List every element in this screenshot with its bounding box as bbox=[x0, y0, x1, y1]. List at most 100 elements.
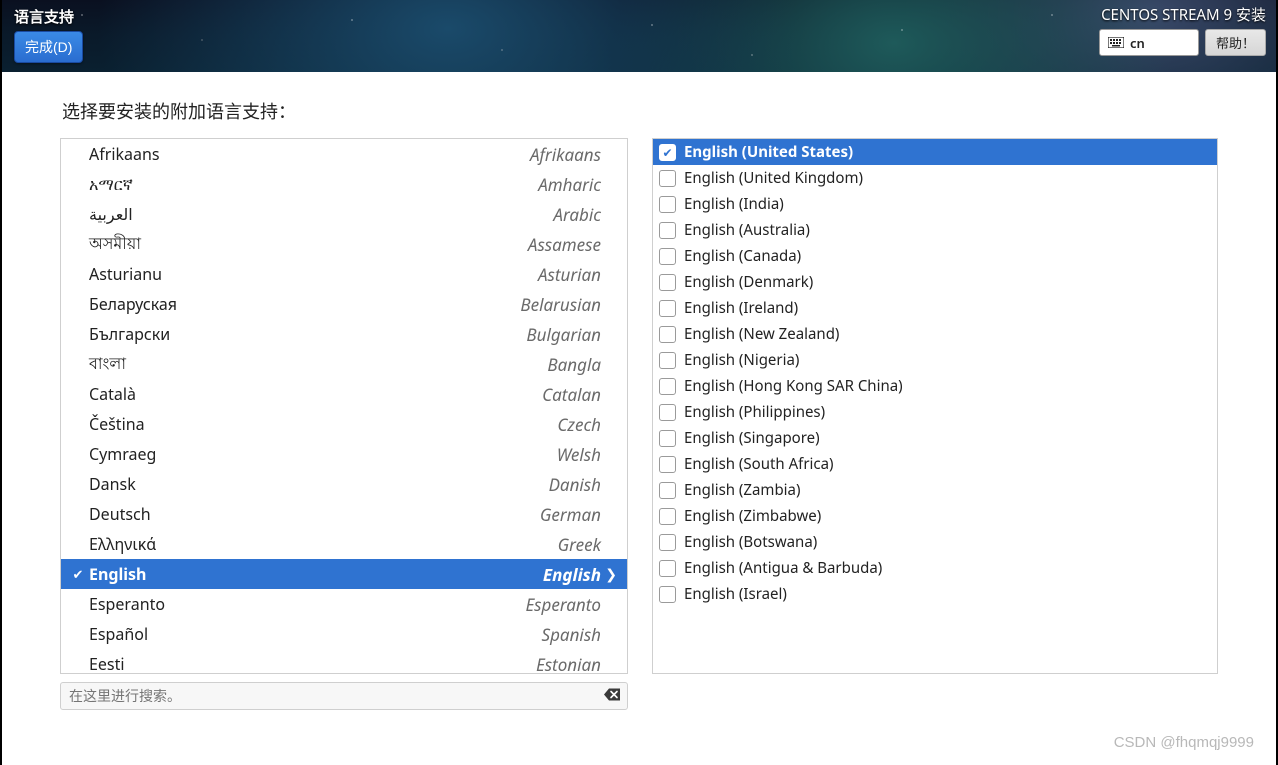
language-row[interactable]: অসমীয়াAssamese bbox=[61, 229, 627, 259]
locale-row[interactable]: English (Antigua & Barbuda) bbox=[653, 555, 1217, 581]
help-button[interactable]: 帮助！ bbox=[1205, 29, 1266, 56]
chevron-right-icon: ❯ bbox=[601, 565, 617, 584]
locale-label: English (Ireland) bbox=[684, 298, 798, 318]
language-english-label: Afrikaans bbox=[160, 143, 601, 166]
language-english-label: Belarusian bbox=[177, 293, 601, 316]
locale-row[interactable]: English (New Zealand) bbox=[653, 321, 1217, 347]
locale-checkbox[interactable] bbox=[659, 560, 676, 577]
locale-checkbox[interactable] bbox=[659, 482, 676, 499]
language-native-label: Dansk bbox=[89, 473, 136, 495]
keyboard-layout-label: cn bbox=[1130, 34, 1145, 52]
language-row[interactable]: DanskDanish bbox=[61, 469, 627, 499]
language-list[interactable]: AfrikaansAfrikaansአማርኛAmharicالعربيةArab… bbox=[60, 138, 628, 674]
language-row[interactable]: አማርኛAmharic bbox=[61, 169, 627, 199]
locale-label: English (Israel) bbox=[684, 584, 787, 604]
language-english-label: Danish bbox=[136, 473, 601, 496]
locale-checkbox[interactable] bbox=[659, 508, 676, 525]
locale-checkbox[interactable] bbox=[659, 352, 676, 369]
locale-checkbox[interactable] bbox=[659, 300, 676, 317]
language-row[interactable]: EestiEstonian bbox=[61, 649, 627, 674]
language-native-label: Ελληνικά bbox=[89, 533, 156, 555]
language-english-label: Arabic bbox=[133, 203, 601, 226]
language-native-label: العربية bbox=[89, 203, 133, 225]
locale-row[interactable]: English (Singapore) bbox=[653, 425, 1217, 451]
language-row[interactable]: ✔EnglishEnglish❯ bbox=[61, 559, 627, 589]
locale-row[interactable]: English (Israel) bbox=[653, 581, 1217, 607]
language-row[interactable]: AfrikaansAfrikaans bbox=[61, 139, 627, 169]
locale-checkbox[interactable] bbox=[659, 456, 676, 473]
language-row[interactable]: বাংলাBangla bbox=[61, 349, 627, 379]
page-title: 语言支持 bbox=[14, 6, 83, 27]
locale-row[interactable]: English (Ireland) bbox=[653, 295, 1217, 321]
language-row[interactable]: CymraegWelsh bbox=[61, 439, 627, 469]
locale-checkbox[interactable] bbox=[659, 586, 676, 603]
locale-row[interactable]: English (Botswana) bbox=[653, 529, 1217, 555]
locale-row[interactable]: English (Zambia) bbox=[653, 477, 1217, 503]
language-english-label: Czech bbox=[145, 413, 601, 436]
locale-list[interactable]: ✔English (United States)English (United … bbox=[652, 138, 1218, 674]
language-row[interactable]: AsturianuAsturian bbox=[61, 259, 627, 289]
check-icon: ✔ bbox=[69, 565, 87, 583]
locale-row[interactable]: English (Canada) bbox=[653, 243, 1217, 269]
locale-checkbox[interactable] bbox=[659, 248, 676, 265]
keyboard-layout-indicator[interactable]: cn bbox=[1099, 29, 1199, 56]
locale-row[interactable]: English (Philippines) bbox=[653, 399, 1217, 425]
locale-label: English (Canada) bbox=[684, 246, 801, 266]
language-english-label: German bbox=[151, 503, 601, 526]
language-native-label: Afrikaans bbox=[89, 143, 160, 165]
locale-checkbox[interactable] bbox=[659, 430, 676, 447]
language-native-label: Български bbox=[89, 323, 170, 345]
language-row[interactable]: العربيةArabic bbox=[61, 199, 627, 229]
language-english-label: Asturian bbox=[162, 263, 601, 286]
search-input[interactable] bbox=[60, 682, 628, 710]
locale-checkbox[interactable] bbox=[659, 404, 676, 421]
locale-label: English (India) bbox=[684, 194, 784, 214]
language-row[interactable]: DeutschGerman bbox=[61, 499, 627, 529]
language-native-label: Català bbox=[89, 383, 136, 405]
done-button[interactable]: 完成(D) bbox=[14, 31, 83, 63]
language-row[interactable]: БеларускаяBelarusian bbox=[61, 289, 627, 319]
locale-row[interactable]: English (Nigeria) bbox=[653, 347, 1217, 373]
language-native-label: Eesti bbox=[89, 653, 125, 674]
language-native-label: বাংলা bbox=[89, 351, 126, 378]
locale-checkbox[interactable] bbox=[659, 196, 676, 213]
locale-label: English (New Zealand) bbox=[684, 324, 839, 344]
language-english-label: Welsh bbox=[156, 443, 601, 466]
locale-checkbox[interactable] bbox=[659, 534, 676, 551]
locale-row[interactable]: English (Zimbabwe) bbox=[653, 503, 1217, 529]
language-english-label: Estonian bbox=[125, 653, 602, 675]
locale-checkbox[interactable] bbox=[659, 326, 676, 343]
locale-row[interactable]: English (United Kingdom) bbox=[653, 165, 1217, 191]
clear-search-icon[interactable] bbox=[604, 687, 620, 706]
language-native-label: አማርኛ bbox=[89, 173, 133, 195]
language-row[interactable]: БългарскиBulgarian bbox=[61, 319, 627, 349]
locale-row[interactable]: English (Hong Kong SAR China) bbox=[653, 373, 1217, 399]
language-english-label: Bulgarian bbox=[170, 323, 601, 346]
locale-row[interactable]: English (Australia) bbox=[653, 217, 1217, 243]
language-row[interactable]: CatalàCatalan bbox=[61, 379, 627, 409]
language-english-label: Assamese bbox=[141, 233, 601, 256]
locale-label: English (Hong Kong SAR China) bbox=[684, 376, 903, 396]
language-row[interactable]: ČeštinaCzech bbox=[61, 409, 627, 439]
language-row[interactable]: EspañolSpanish bbox=[61, 619, 627, 649]
locale-label: English (Denmark) bbox=[684, 272, 813, 292]
locale-row[interactable]: English (Denmark) bbox=[653, 269, 1217, 295]
language-native-label: Беларуская bbox=[89, 293, 177, 315]
locale-checkbox[interactable] bbox=[659, 170, 676, 187]
language-native-label: Cymraeg bbox=[89, 443, 156, 465]
language-native-label: English bbox=[89, 563, 146, 585]
prompt-text: 选择要安装的附加语言支持： bbox=[62, 98, 1218, 124]
language-native-label: Español bbox=[89, 623, 148, 645]
locale-checkbox[interactable] bbox=[659, 274, 676, 291]
locale-row[interactable]: English (India) bbox=[653, 191, 1217, 217]
locale-checkbox[interactable] bbox=[659, 378, 676, 395]
locale-row[interactable]: ✔English (United States) bbox=[653, 139, 1217, 165]
locale-label: English (Botswana) bbox=[684, 532, 817, 552]
locale-checkbox[interactable] bbox=[659, 222, 676, 239]
language-english-label: Greek bbox=[156, 533, 601, 556]
language-row[interactable]: ΕλληνικάGreek bbox=[61, 529, 627, 559]
locale-label: English (Zambia) bbox=[684, 480, 800, 500]
locale-checkbox[interactable]: ✔ bbox=[659, 144, 676, 161]
locale-row[interactable]: English (South Africa) bbox=[653, 451, 1217, 477]
language-row[interactable]: EsperantoEsperanto bbox=[61, 589, 627, 619]
